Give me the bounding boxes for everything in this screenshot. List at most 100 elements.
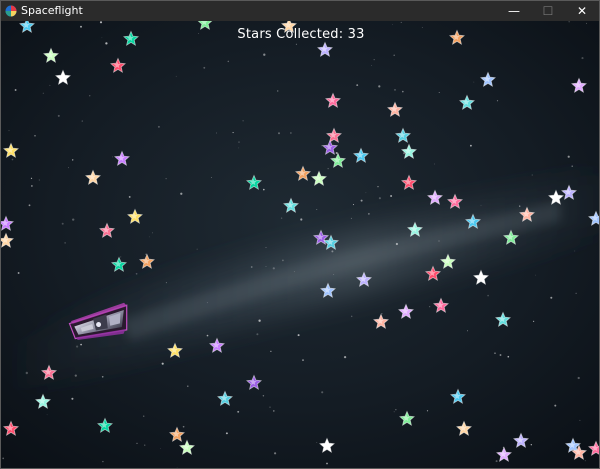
dust-star <box>343 355 347 359</box>
dust-star <box>263 188 265 191</box>
dust-star <box>584 460 586 462</box>
dust-star <box>373 58 375 61</box>
dust-star <box>350 217 352 219</box>
dust-star <box>101 375 104 378</box>
dust-star <box>72 159 74 161</box>
app-icon <box>5 5 17 17</box>
dust-star <box>400 21 402 23</box>
dust-star <box>258 319 261 322</box>
dust-star <box>278 132 280 135</box>
dust-star <box>25 371 28 375</box>
dust-star <box>395 409 397 411</box>
dust-star <box>470 144 472 147</box>
dust-star <box>265 247 267 248</box>
dust-star <box>390 195 393 197</box>
game-canvas[interactable] <box>1 21 599 468</box>
dust-star <box>571 165 573 167</box>
dust-star <box>391 24 393 25</box>
dust-star <box>112 156 113 158</box>
dust-star <box>487 294 489 297</box>
dust-star <box>238 141 240 143</box>
dust-star <box>316 208 318 210</box>
dust-star <box>265 266 267 267</box>
dust-star <box>293 271 295 273</box>
dust-star <box>238 147 240 149</box>
dust-star <box>175 75 177 77</box>
dust-star <box>68 167 69 169</box>
dust-star <box>76 345 79 348</box>
dust-star <box>2 457 5 460</box>
dust-star <box>300 218 303 221</box>
dust-star <box>426 410 429 412</box>
dust-star <box>321 391 324 394</box>
dust-star <box>574 250 576 252</box>
dust-star <box>72 218 75 221</box>
dust-star <box>105 42 108 45</box>
dust-star <box>350 315 353 318</box>
dust-star <box>14 89 17 91</box>
dust-star <box>57 114 60 117</box>
dust-star <box>402 90 404 93</box>
dust-star <box>64 242 66 244</box>
dust-star <box>335 151 338 155</box>
dust-star <box>136 442 138 445</box>
dust-star <box>532 320 535 323</box>
dust-star <box>290 132 292 134</box>
dust-star <box>507 355 510 358</box>
dust-star <box>102 460 104 463</box>
dust-star <box>395 242 399 246</box>
dust-star <box>467 330 468 332</box>
dust-star <box>262 395 265 397</box>
dust-star <box>232 132 234 134</box>
dust-star <box>393 411 395 413</box>
game-window: Spaceflight — ☐ ✕ Stars Collected: 33 <box>0 0 600 469</box>
dust-star <box>206 334 209 337</box>
dust-star <box>496 100 499 102</box>
dust-star <box>28 204 31 207</box>
dust-star <box>378 197 381 200</box>
dust-star <box>421 27 423 28</box>
dust-star <box>120 256 122 258</box>
maximize-button[interactable]: ☐ <box>531 1 565 21</box>
dust-star <box>316 442 318 443</box>
dust-star <box>8 130 10 132</box>
dust-star <box>567 155 570 158</box>
dust-star <box>42 92 44 94</box>
dust-star <box>586 22 587 24</box>
dust-star <box>295 43 297 45</box>
dust-star <box>80 25 82 28</box>
dust-star <box>494 352 496 354</box>
dust-star <box>30 177 33 179</box>
dust-star <box>38 179 40 181</box>
dust-star <box>280 217 283 219</box>
dust-star <box>161 362 164 365</box>
dust-star <box>281 259 284 262</box>
dust-star <box>272 410 275 412</box>
dust-star <box>381 313 383 315</box>
dust-star <box>152 232 153 234</box>
dust-star <box>142 415 145 417</box>
dust-star <box>34 135 36 137</box>
dust-star <box>365 192 367 194</box>
close-button[interactable]: ✕ <box>565 1 599 21</box>
dust-star <box>377 186 379 188</box>
dust-star <box>495 460 498 463</box>
dust-star <box>554 404 557 407</box>
dust-star <box>579 419 581 421</box>
dust-star <box>11 158 14 161</box>
dust-star <box>182 425 185 428</box>
dust-star <box>165 178 167 180</box>
dust-star <box>333 274 335 275</box>
dust-star <box>187 385 189 387</box>
dust-star <box>394 88 396 91</box>
dust-star <box>371 65 372 66</box>
dust-star <box>144 444 146 446</box>
dust-star <box>227 60 230 63</box>
dust-star <box>180 192 183 195</box>
dust-star <box>165 282 167 284</box>
minimize-button[interactable]: — <box>497 1 531 21</box>
dust-star <box>393 54 395 56</box>
dust-star <box>128 195 131 198</box>
dust-star <box>297 334 300 337</box>
title-bar[interactable]: Spaceflight — ☐ ✕ <box>1 1 599 21</box>
